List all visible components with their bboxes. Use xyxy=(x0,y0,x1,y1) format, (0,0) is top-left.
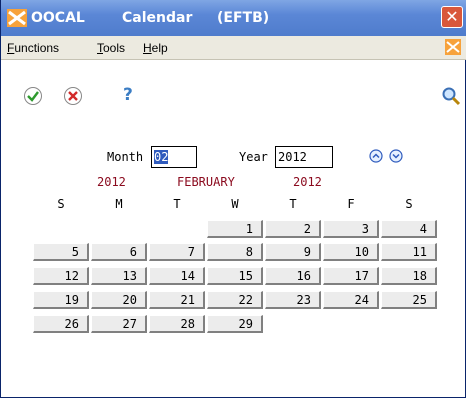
menu-bar: Functions Tools Help xyxy=(1,36,466,60)
day-button[interactable]: 3 xyxy=(323,220,379,238)
weekday-label: S xyxy=(405,197,413,211)
day-button[interactable]: 28 xyxy=(149,315,205,333)
brand-logo-icon xyxy=(445,39,461,55)
menu-tools[interactable]: Tools xyxy=(97,41,125,55)
scroll-up-icon[interactable] xyxy=(369,149,383,163)
month-label: Month xyxy=(107,150,144,164)
day-button[interactable]: 19 xyxy=(33,291,89,309)
day-button[interactable]: 15 xyxy=(207,267,263,285)
calendar-year-left: 2012 xyxy=(97,175,126,189)
scroll-down-icon[interactable] xyxy=(389,149,403,163)
day-button[interactable]: 4 xyxy=(381,220,437,238)
app-logo-icon xyxy=(7,9,27,27)
close-icon: ✕ xyxy=(445,7,459,26)
help-question-icon[interactable]: ? xyxy=(123,85,133,105)
title-bar[interactable]: OOCAL Calendar (EFTB) ✕ xyxy=(1,0,466,36)
calendar-year-right: 2012 xyxy=(293,175,322,189)
day-button[interactable]: 14 xyxy=(149,267,205,285)
day-button[interactable]: 22 xyxy=(207,291,263,309)
window-code: (EFTB) xyxy=(217,10,270,26)
day-button[interactable]: 29 xyxy=(207,315,263,333)
weekday-label: T xyxy=(289,197,297,211)
calendar-window: OOCAL Calendar (EFTB) ✕ Functions Tools … xyxy=(0,0,466,398)
day-button[interactable]: 23 xyxy=(265,291,321,309)
day-button[interactable]: 26 xyxy=(33,315,89,333)
day-button[interactable]: 25 xyxy=(381,291,437,309)
weekday-label: F xyxy=(347,197,355,211)
day-button[interactable]: 6 xyxy=(91,243,147,261)
day-button[interactable]: 1 xyxy=(207,220,263,238)
day-button[interactable]: 10 xyxy=(323,243,379,261)
day-button[interactable]: 9 xyxy=(265,243,321,261)
day-button[interactable]: 16 xyxy=(265,267,321,285)
search-magnifier-icon[interactable] xyxy=(441,86,461,106)
close-button[interactable]: ✕ xyxy=(441,6,463,28)
window-app-code: OOCAL xyxy=(31,10,85,26)
day-button[interactable]: 21 xyxy=(149,291,205,309)
day-button[interactable]: 24 xyxy=(323,291,379,309)
day-button[interactable]: 20 xyxy=(91,291,147,309)
day-button[interactable]: 5 xyxy=(33,243,89,261)
day-button[interactable]: 27 xyxy=(91,315,147,333)
weekday-label: M xyxy=(115,197,123,211)
month-input[interactable]: 02 xyxy=(151,146,197,168)
day-button[interactable]: 7 xyxy=(149,243,205,261)
year-input[interactable]: 2012 xyxy=(275,146,333,168)
ok-checkmark-icon[interactable] xyxy=(23,86,43,106)
menu-help[interactable]: Help xyxy=(143,41,168,55)
weekday-label: W xyxy=(231,197,239,211)
cancel-x-icon[interactable] xyxy=(63,86,83,106)
year-label: Year xyxy=(239,150,268,164)
window-title: Calendar xyxy=(122,10,193,26)
day-button[interactable]: 13 xyxy=(91,267,147,285)
day-button[interactable]: 2 xyxy=(265,220,321,238)
menu-functions[interactable]: Functions xyxy=(7,41,59,55)
weekday-label: S xyxy=(57,197,65,211)
day-button[interactable]: 12 xyxy=(33,267,89,285)
weekday-label: T xyxy=(173,197,181,211)
day-button[interactable]: 11 xyxy=(381,243,437,261)
day-button[interactable]: 17 xyxy=(323,267,379,285)
calendar-month-name: FEBRUARY xyxy=(177,175,235,189)
day-button[interactable]: 8 xyxy=(207,243,263,261)
day-button[interactable]: 18 xyxy=(381,267,437,285)
